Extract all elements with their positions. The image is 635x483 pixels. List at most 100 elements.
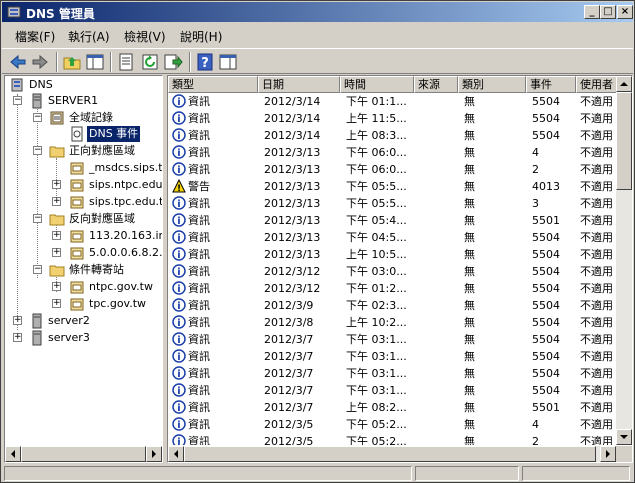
scroll-thumb[interactable] bbox=[184, 446, 596, 462]
collapse-toggle[interactable]: − bbox=[13, 96, 22, 105]
cell-date: 2012/3/5 bbox=[264, 435, 314, 445]
tree-label: 條件轉寄站 bbox=[69, 263, 124, 276]
cell-user: 不適用 bbox=[580, 231, 613, 244]
console-tree-pane[interactable]: DNS − SERVER1 − 全域記錄 DNS 事件 − 正向對應區域 _ms… bbox=[4, 75, 163, 463]
expand-toggle[interactable]: + bbox=[52, 231, 61, 240]
scroll-left-button[interactable] bbox=[5, 446, 21, 462]
expand-toggle[interactable]: + bbox=[13, 316, 22, 325]
back-icon[interactable] bbox=[8, 52, 28, 72]
cell-date: 2012/3/14 bbox=[264, 129, 321, 142]
scroll-thumb[interactable] bbox=[21, 446, 146, 462]
expand-toggle[interactable]: + bbox=[52, 299, 61, 308]
table-row[interactable]: i 資訊 2012/3/13 下午 05:5... 無 3 不適用 bbox=[168, 195, 616, 212]
cell-source bbox=[420, 110, 456, 127]
up-folder-icon[interactable] bbox=[62, 52, 82, 72]
collapse-toggle[interactable]: − bbox=[33, 265, 42, 274]
tree-node-dns[interactable]: DNS bbox=[7, 77, 157, 93]
cell-date: 2012/3/12 bbox=[264, 265, 321, 278]
table-row[interactable]: i 資訊 2012/3/7 下午 03:1... 無 5504 不適用 bbox=[168, 348, 616, 365]
tree-node-server3[interactable]: + server3 bbox=[5, 330, 160, 346]
tree-node-zone[interactable]: + sips.tpc.edu.tw bbox=[5, 194, 162, 210]
column-header-date[interactable]: 日期 bbox=[258, 76, 340, 93]
table-row[interactable]: ! 警告 2012/3/13 下午 05:5... 無 4013 不適用 bbox=[168, 178, 616, 195]
expand-toggle[interactable]: + bbox=[52, 180, 61, 189]
table-row[interactable]: i 資訊 2012/3/13 下午 04:5... 無 5504 不適用 bbox=[168, 229, 616, 246]
table-row[interactable]: i 資訊 2012/3/13 下午 06:0... 無 4 不適用 bbox=[168, 144, 616, 161]
expand-toggle[interactable]: + bbox=[52, 197, 61, 206]
tree-node-server2[interactable]: + server2 bbox=[5, 313, 160, 329]
scroll-up-button[interactable] bbox=[616, 76, 632, 92]
tree-node-zone[interactable]: + 113.20.163.in-a bbox=[5, 228, 162, 244]
scroll-down-button[interactable] bbox=[616, 429, 632, 445]
table-row[interactable]: i 資訊 2012/3/12 下午 03:0... 無 5504 不適用 bbox=[168, 263, 616, 280]
column-header-event[interactable]: 事件 bbox=[526, 76, 576, 93]
tree-node-reverse-zones[interactable]: − 反向對應區域 bbox=[5, 211, 160, 227]
table-row[interactable]: i 資訊 2012/3/7 下午 03:1... 無 5504 不適用 bbox=[168, 382, 616, 399]
scroll-right-button[interactable] bbox=[146, 446, 162, 462]
table-row[interactable]: i 資訊 2012/3/9 下午 02:3... 無 5504 不適用 bbox=[168, 297, 616, 314]
show-hide-action-pane-icon[interactable] bbox=[218, 52, 238, 72]
tree-node-zone[interactable]: _msdcs.sips.tpc. bbox=[5, 160, 162, 176]
show-hide-tree-icon[interactable] bbox=[85, 52, 105, 72]
tree-node-forward-zones[interactable]: − 正向對應區域 bbox=[5, 143, 160, 159]
minimize-button[interactable]: _ bbox=[584, 5, 600, 19]
forward-icon[interactable] bbox=[30, 52, 50, 72]
help-icon[interactable]: ? bbox=[195, 52, 215, 72]
scroll-right-button[interactable] bbox=[600, 446, 616, 462]
tree-node-forwarder[interactable]: + tpc.gov.tw bbox=[5, 296, 162, 312]
table-row[interactable]: i 資訊 2012/3/14 上午 11:5... 無 5504 不適用 bbox=[168, 110, 616, 127]
refresh-icon[interactable] bbox=[140, 52, 160, 72]
tree-node-forwarder[interactable]: + ntpc.gov.tw bbox=[5, 279, 162, 295]
collapse-toggle[interactable]: − bbox=[33, 146, 42, 155]
column-header-type[interactable]: 類型 bbox=[168, 76, 258, 93]
scroll-left-button[interactable] bbox=[168, 446, 184, 462]
event-list-pane[interactable]: 類型 日期 時間 來源 類別 事件 使用者 i 資訊 2012/3/14 下午 01:… bbox=[167, 75, 633, 463]
collapse-toggle[interactable]: − bbox=[33, 113, 42, 122]
column-header-category[interactable]: 類別 bbox=[458, 76, 526, 93]
column-header-time[interactable]: 時間 bbox=[340, 76, 414, 93]
cell-time: 下午 03:1... bbox=[346, 367, 407, 380]
table-row[interactable]: i 資訊 2012/3/5 下午 05:2... 無 4 不適用 bbox=[168, 416, 616, 433]
tree-node-dns-events[interactable]: DNS 事件 bbox=[5, 126, 160, 142]
menu-action[interactable]: 執行(A) bbox=[68, 28, 110, 45]
collapse-toggle[interactable]: − bbox=[33, 214, 42, 223]
table-row[interactable]: i 資訊 2012/3/7 上午 08:2... 無 5501 不適用 bbox=[168, 399, 616, 416]
close-button[interactable]: × bbox=[617, 5, 633, 19]
table-row[interactable]: i 資訊 2012/3/12 下午 01:2... 無 5504 不適用 bbox=[168, 280, 616, 297]
tree-node-zone[interactable]: + 5.0.0.0.6.8.2.2.8 bbox=[5, 245, 162, 261]
expand-toggle[interactable]: + bbox=[52, 282, 61, 291]
list-horizontal-scrollbar[interactable] bbox=[168, 446, 616, 462]
expand-toggle[interactable]: + bbox=[13, 333, 22, 342]
tree-node-global-logs[interactable]: − 全域記錄 bbox=[5, 110, 160, 126]
table-row[interactable]: i 資訊 2012/3/7 下午 03:1... 無 5504 不適用 bbox=[168, 365, 616, 382]
svg-text:i: i bbox=[177, 352, 180, 363]
column-header-user[interactable]: 使用者 bbox=[576, 76, 620, 93]
cell-category: 無 bbox=[464, 129, 475, 142]
tree-node-zone[interactable]: + sips.ntpc.edu.tw bbox=[5, 177, 162, 193]
list-vertical-scrollbar[interactable] bbox=[616, 76, 632, 445]
table-row[interactable]: i 資訊 2012/3/5 下午 05:2... 無 2 不適用 bbox=[168, 433, 616, 445]
table-row[interactable]: i 資訊 2012/3/8 上午 10:2... 無 5504 不適用 bbox=[168, 314, 616, 331]
export-list-icon[interactable] bbox=[163, 52, 183, 72]
maximize-button[interactable]: □ bbox=[600, 5, 616, 19]
column-header-source[interactable]: 來源 bbox=[414, 76, 458, 93]
table-row[interactable]: i 資訊 2012/3/13 下午 06:0... 無 2 不適用 bbox=[168, 161, 616, 178]
table-row[interactable]: i 資訊 2012/3/13 下午 05:4... 無 5501 不適用 bbox=[168, 212, 616, 229]
table-row[interactable]: i 資訊 2012/3/7 下午 03:1... 無 5504 不適用 bbox=[168, 331, 616, 348]
menu-file[interactable]: 檔案(F) bbox=[15, 28, 55, 45]
menu-view[interactable]: 檢視(V) bbox=[124, 28, 166, 45]
properties-icon[interactable] bbox=[116, 52, 136, 72]
menu-help[interactable]: 說明(H) bbox=[180, 28, 222, 45]
svg-text:i: i bbox=[177, 233, 180, 244]
tree-node-conditional-forwarders[interactable]: − 條件轉寄站 bbox=[5, 262, 160, 278]
cell-date: 2012/3/13 bbox=[264, 146, 321, 159]
scroll-thumb[interactable] bbox=[616, 92, 632, 190]
table-row[interactable]: i 資訊 2012/3/14 上午 08:3... 無 5504 不適用 bbox=[168, 127, 616, 144]
tree-node-server1[interactable]: − SERVER1 bbox=[5, 93, 160, 109]
table-row[interactable]: i 資訊 2012/3/14 下午 01:1... 無 5504 不適用 bbox=[168, 93, 616, 110]
title-bar[interactable]: DNS 管理員 _ □ × bbox=[2, 2, 633, 22]
expand-toggle[interactable]: + bbox=[52, 248, 61, 257]
tree-label-selected: DNS 事件 bbox=[87, 126, 141, 142]
table-row[interactable]: i 資訊 2012/3/13 上午 10:5... 無 5504 不適用 bbox=[168, 246, 616, 263]
tree-horizontal-scrollbar[interactable] bbox=[5, 446, 162, 462]
